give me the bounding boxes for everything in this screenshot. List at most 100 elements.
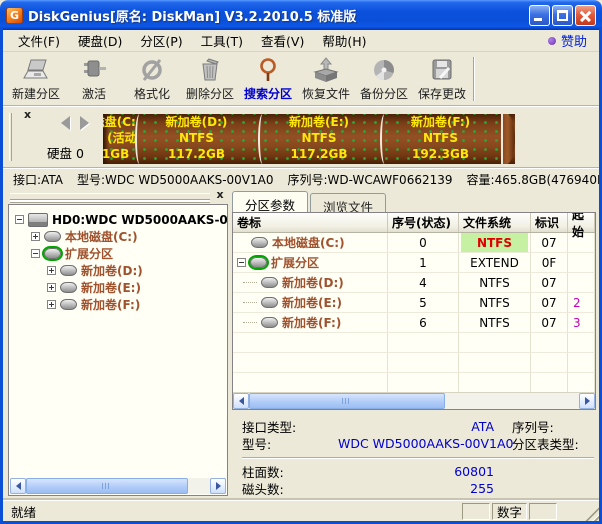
activate-plug-icon: [80, 55, 108, 85]
scroll-left-button[interactable]: [10, 478, 26, 494]
partition-icon: [60, 282, 77, 293]
scrollbar-thumb[interactable]: [249, 393, 445, 409]
table-row-empty: [233, 373, 595, 393]
id-cell: 07: [531, 293, 568, 312]
partition-d[interactable]: 新加卷(D:) NTFS 117.2GB: [135, 114, 258, 164]
partition-f[interactable]: 新加卷(F:) NTFS 192.3GB: [380, 114, 501, 164]
format-slash-icon: [138, 55, 166, 85]
tree-item-label: 扩展分区: [65, 245, 113, 262]
scroll-right-button[interactable]: [579, 393, 595, 409]
close-button[interactable]: [575, 5, 596, 26]
detail-label: 磁头数:: [242, 479, 338, 496]
scroll-left-icon: [239, 397, 244, 405]
tree-item-volume-f[interactable]: 新加卷(F:): [15, 296, 225, 313]
menu-partition[interactable]: 分区(P): [131, 29, 191, 52]
sponsor-label: 赞助: [561, 31, 587, 50]
maximize-button[interactable]: [552, 5, 573, 26]
tree-item-label: 新加卷(F:): [81, 296, 140, 313]
disk-panel-close-icon[interactable]: x: [21, 109, 34, 122]
maximize-icon: [557, 10, 568, 21]
partition-name: 本地磁盘(C:): [103, 114, 135, 130]
partition-c[interactable]: 本地磁盘(C:) NTFS (活动) 39.1GB: [103, 114, 135, 164]
start-cell: 3: [570, 316, 592, 330]
disk-info-line: 接口:ATA 型号:WDC WD5000AAKS-00V1A0 序列号:WD-W…: [3, 167, 599, 190]
scroll-left-button[interactable]: [233, 393, 249, 409]
volume-name: 新加卷(D:): [282, 274, 344, 291]
panel-grip[interactable]: [9, 113, 12, 161]
partition-e[interactable]: 新加卷(E:) NTFS 117.2GB: [258, 114, 380, 164]
hard-disk-icon: [28, 213, 48, 227]
tree-horizontal-scrollbar[interactable]: [10, 478, 226, 494]
column-header-filesystem[interactable]: 文件系统: [459, 213, 531, 232]
table-row-extended-partition[interactable]: 扩展分区 1 EXTEND 0F: [233, 253, 595, 273]
toolbar-button-save-changes[interactable]: 保存更改: [413, 53, 471, 105]
tree-item-hd0[interactable]: HD0:WDC WD5000AAKS-00V1A0: [15, 211, 225, 228]
toolbar-button-delete-partition[interactable]: 删除分区: [181, 53, 239, 105]
tree-item-extended-partition[interactable]: 扩展分区: [15, 245, 225, 262]
title-bar[interactable]: G DiskGenius[原名: DiskMan] V3.2.2010.5 标准…: [0, 0, 602, 30]
status-ready-text: 就绪: [11, 502, 36, 521]
table-row-local-disk-c[interactable]: 本地磁盘(C:) 0 NTFS 07: [233, 233, 595, 253]
menu-file[interactable]: 文件(F): [9, 29, 69, 52]
info-label: 容量: [467, 173, 491, 187]
expand-expander-icon[interactable]: [31, 232, 40, 241]
seq-cell: 5: [388, 293, 459, 312]
column-header-seq-status[interactable]: 序号(状态): [388, 213, 459, 232]
tree-item-local-disk-c[interactable]: 本地磁盘(C:): [15, 228, 225, 245]
tree-panel-grip[interactable]: [10, 193, 210, 200]
menu-help[interactable]: 帮助(H): [313, 29, 375, 52]
expand-expander-icon[interactable]: [47, 266, 56, 275]
toolbar-button-format[interactable]: 格式化: [123, 53, 181, 105]
column-header-start[interactable]: 起始: [568, 213, 595, 232]
scroll-right-button[interactable]: [210, 478, 226, 494]
partition-icon: [251, 237, 268, 248]
menu-disk[interactable]: 硬盘(D): [69, 29, 131, 52]
diskgenius-window: G DiskGenius[原名: DiskMan] V3.2.2010.5 标准…: [0, 0, 602, 524]
toolbar-button-activate[interactable]: 激活: [65, 53, 123, 105]
sponsor-link[interactable]: 赞助: [548, 31, 599, 50]
partition-icon: [261, 277, 278, 288]
status-cell-empty: [462, 503, 490, 520]
disk-cylinder: 本地磁盘(C:) NTFS (活动) 39.1GB 新加卷(D:) NTFS 1…: [103, 114, 515, 164]
table-horizontal-scrollbar[interactable]: [233, 392, 595, 409]
table-row-volume-f[interactable]: 新加卷(F:) 6 NTFS 07 3: [233, 313, 595, 333]
window-border-left: [0, 28, 3, 524]
scrollbar-thumb[interactable]: [26, 478, 188, 494]
tree-item-volume-e[interactable]: 新加卷(E:): [15, 279, 225, 296]
toolbar-button-label: 格式化: [134, 85, 170, 102]
next-disk-arrow-icon[interactable]: [80, 116, 89, 130]
collapse-expander-icon[interactable]: [15, 215, 24, 224]
expand-expander-icon[interactable]: [47, 300, 56, 309]
toolbar-button-recover-files[interactable]: 恢复文件: [297, 53, 355, 105]
menu-view[interactable]: 查看(V): [252, 29, 313, 52]
minimize-button[interactable]: [529, 5, 550, 26]
tree-item-volume-d[interactable]: 新加卷(D:): [15, 262, 225, 279]
seq-cell: 0: [388, 233, 459, 252]
tab-browse-files[interactable]: 浏览文件: [310, 193, 386, 212]
toolbar-button-new-partition[interactable]: 新建分区: [7, 53, 65, 105]
tree-item-label: 新加卷(D:): [81, 262, 143, 279]
prev-disk-arrow-icon[interactable]: [61, 116, 70, 130]
menu-tools[interactable]: 工具(T): [192, 29, 252, 52]
expand-expander-icon[interactable]: [47, 283, 56, 292]
tab-partition-parameters[interactable]: 分区参数: [232, 191, 308, 212]
table-row-volume-d[interactable]: 新加卷(D:) 4 NTFS 07: [233, 273, 595, 293]
filesystem-cell: NTFS: [459, 293, 531, 312]
tree-item-label: 本地磁盘(C:): [65, 228, 138, 245]
partition-name: 新加卷(D:): [135, 114, 258, 130]
collapse-expander-icon[interactable]: [31, 249, 40, 258]
table-header-row: 卷标 序号(状态) 文件系统 标识 起始: [233, 213, 595, 233]
id-cell: 0F: [531, 253, 568, 272]
id-cell: 07: [531, 313, 568, 332]
save-floppy-icon: [428, 55, 456, 85]
column-header-volume[interactable]: 卷标: [233, 213, 388, 232]
table-row-volume-e[interactable]: 新加卷(E:) 5 NTFS 07 2: [233, 293, 595, 313]
resize-grip[interactable]: [585, 507, 599, 521]
status-cell-empty: [529, 503, 557, 520]
toolbar-button-search-partition[interactable]: 搜索分区: [239, 53, 297, 105]
toolbar-button-backup-partition[interactable]: 备份分区: [355, 53, 413, 105]
column-header-id[interactable]: 标识: [531, 213, 568, 232]
partition-fs: NTFS (活动): [103, 130, 135, 146]
collapse-expander-icon[interactable]: [237, 258, 246, 267]
tree-panel-close-icon[interactable]: x: [214, 189, 226, 201]
